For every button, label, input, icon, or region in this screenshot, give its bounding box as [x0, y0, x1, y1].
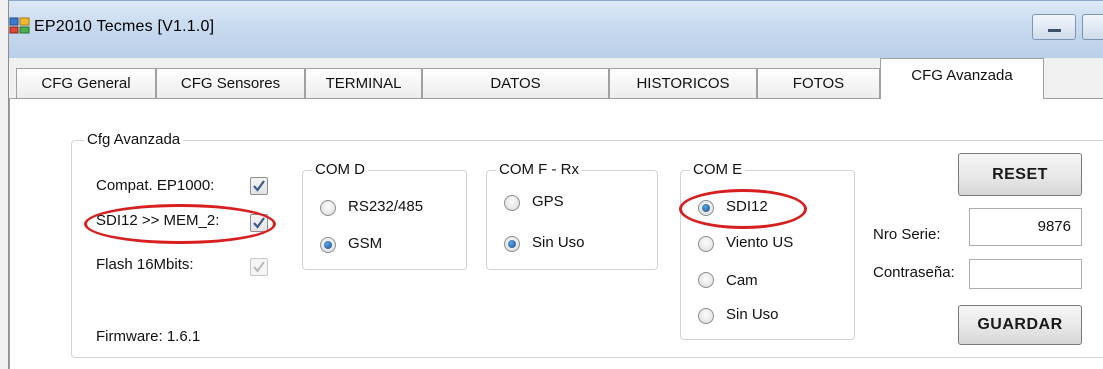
- compat-ep1000-label: Compat. EP1000:: [96, 177, 215, 194]
- check-icon: [253, 217, 265, 229]
- com-d-group: [302, 170, 467, 270]
- com-e-sdi12-radio[interactable]: [698, 200, 714, 216]
- save-button[interactable]: GUARDAR: [958, 305, 1082, 345]
- tab-cfg-general[interactable]: CFG General: [16, 68, 156, 98]
- com-d-rs232-radio[interactable]: [320, 200, 336, 216]
- flash-16mbits-checkbox: [250, 258, 268, 276]
- com-e-cam-radio[interactable]: [698, 272, 714, 288]
- com-d-legend: COM D: [312, 161, 368, 178]
- com-f-gps-radio[interactable]: [504, 195, 520, 211]
- com-e-viento-us-label: Viento US: [726, 234, 794, 251]
- check-icon: [253, 261, 265, 273]
- com-e-sin-uso-label: Sin Uso: [726, 306, 779, 323]
- minimize-button[interactable]: [1032, 14, 1076, 40]
- flash-16mbits-label: Flash 16Mbits:: [96, 256, 194, 273]
- com-e-sdi12-label: SDI12: [726, 198, 768, 215]
- minimize-icon: [1048, 29, 1061, 32]
- tab-terminal[interactable]: TERMINAL: [305, 68, 422, 98]
- password-label: Contraseña:: [873, 264, 955, 281]
- reset-button[interactable]: RESET: [958, 153, 1082, 196]
- app-icon: [9, 14, 31, 36]
- window-title: EP2010 Tecmes [V1.1.0]: [34, 18, 215, 35]
- com-e-cam-label: Cam: [726, 272, 758, 289]
- com-f-group: [486, 170, 658, 270]
- firmware-label: Firmware: 1.6.1: [96, 328, 201, 345]
- serial-number-input[interactable]: 9876: [969, 208, 1082, 246]
- maximize-button[interactable]: [1082, 14, 1103, 40]
- tab-cfg-avanzada[interactable]: CFG Avanzada: [880, 58, 1044, 99]
- cfg-avanzada-legend: Cfg Avanzada: [84, 131, 184, 148]
- com-f-sin-uso-label: Sin Uso: [532, 234, 585, 251]
- com-f-gps-label: GPS: [532, 193, 564, 210]
- serial-number-label: Nro Serie:: [873, 226, 941, 243]
- com-f-legend: COM F - Rx: [496, 161, 582, 178]
- com-d-gsm-radio[interactable]: [320, 237, 336, 253]
- com-d-gsm-label: GSM: [348, 235, 383, 252]
- window-left-border: [0, 0, 9, 369]
- com-e-sin-uso-radio[interactable]: [698, 308, 714, 324]
- check-icon: [253, 180, 265, 192]
- tab-historicos[interactable]: HISTORICOS: [609, 68, 757, 98]
- com-d-rs232-label: RS232/485: [348, 198, 424, 215]
- tab-fotos[interactable]: FOTOS: [757, 68, 880, 98]
- tab-cfg-sensores[interactable]: CFG Sensores: [156, 68, 305, 98]
- password-input[interactable]: [969, 259, 1082, 289]
- com-f-sin-uso-radio[interactable]: [504, 236, 520, 252]
- com-e-viento-us-radio[interactable]: [698, 236, 714, 252]
- tab-datos[interactable]: DATOS: [422, 68, 609, 98]
- com-e-legend: COM E: [690, 161, 746, 178]
- compat-ep1000-checkbox[interactable]: [250, 177, 268, 195]
- sdi12-mem2-label: SDI12 >> MEM_2:: [96, 212, 220, 229]
- sdi12-mem2-checkbox[interactable]: [250, 214, 268, 232]
